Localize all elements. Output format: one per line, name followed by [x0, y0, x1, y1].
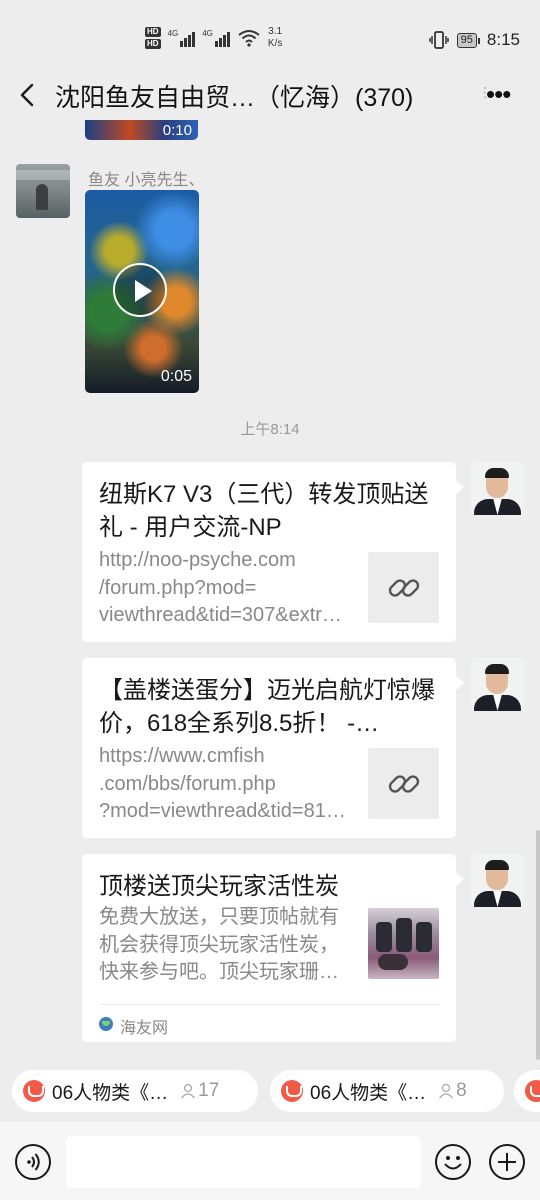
link-card-desc-line: http://noo-psyche.com [99, 549, 296, 571]
product-thumbnail [368, 908, 439, 979]
link-card-desc-line: viewthread&tid=307&extr… [99, 604, 342, 626]
vibrate-icon [428, 31, 449, 49]
my-avatar[interactable] [471, 462, 524, 515]
plus-icon[interactable] [489, 1144, 525, 1180]
link-card-desc-line: /forum.php?mod= [99, 576, 257, 599]
chat-header: 沈阳鱼友自由贸…（忆海）(370) ⋮ ••• [0, 70, 540, 120]
link-card-desc-line: 快来参与吧。顶尖玩家珊… [99, 961, 339, 983]
video-duration: 0:05 [160, 368, 192, 385]
signal-icon-1: 4G [168, 29, 196, 47]
status-right: 95 8:15 [428, 30, 520, 50]
hd-badge-1: HD [145, 27, 161, 37]
person-icon [439, 1083, 454, 1099]
link-card[interactable]: 纽斯K7 V3（三代）转发顶贴送礼 - 用户交流-NP http://noo-p… [82, 462, 464, 642]
speed-value: 3.1 [268, 26, 283, 37]
link-card-desc-line: ?mod=viewthread&tid=81… [99, 800, 346, 822]
chip-app-icon [281, 1080, 303, 1102]
scrollbar[interactable] [536, 830, 540, 1060]
back-icon[interactable] [16, 80, 40, 110]
message-list[interactable]: 0:10 鱼友 小亮先生、 0:05 上午8:14 纽斯K7 V3（三代）转发顶… [0, 120, 540, 1060]
network-speed: 3.1 K/s [268, 26, 282, 50]
message-timestamp: 上午8:14 [240, 421, 300, 438]
link-card-description: https://www.cmfish .com/bbs/forum.php ?m… [99, 743, 361, 826]
link-icon [388, 579, 420, 597]
message-input[interactable] [66, 1136, 421, 1188]
chip-label: 06人物类《… [52, 1082, 169, 1104]
chip-app-icon [23, 1080, 45, 1102]
chat-title: 沈阳鱼友自由贸…（忆海）(370) [55, 84, 414, 112]
source-name: 海友网 [120, 1020, 169, 1037]
chip[interactable]: 06人物类《… 17 [12, 1070, 258, 1112]
link-card-desc-line: https://www.cmfish [99, 745, 265, 767]
chip-label: 06人物类《… [310, 1082, 427, 1104]
link-thumbnail [368, 748, 439, 819]
my-avatar[interactable] [471, 854, 524, 907]
battery-icon: 95 [456, 32, 481, 48]
play-icon[interactable] [113, 263, 167, 317]
hd-badge-2: HD [145, 39, 161, 49]
status-bar: HD HD 4G 4G 3.1 K/s 95 8:15 [0, 0, 540, 70]
person-icon [181, 1083, 196, 1099]
speed-unit: K/s [267, 38, 283, 49]
my-avatar[interactable] [471, 658, 524, 711]
link-card[interactable]: 【盖楼送蛋分】迈光启航灯惊爆价，618全系列8.5折！ -… https://w… [82, 658, 464, 838]
smile-glyph-icon [444, 1156, 462, 1170]
voice-glyph-icon [27, 1153, 40, 1171]
voice-icon[interactable] [15, 1144, 51, 1180]
link-card-desc-line: 免费大放送，只要顶帖就有 [99, 906, 339, 928]
link-thumbnail [368, 552, 439, 623]
link-icon [388, 775, 420, 793]
link-card-desc-line: 机会获得顶尖玩家活性炭， [99, 933, 339, 956]
source-logo-icon [99, 1017, 113, 1031]
link-card-title: 【盖楼送蛋分】迈光启航灯惊爆价，618全系列8.5折！ -… [99, 677, 435, 737]
wifi-icon [238, 30, 260, 47]
chip-count: 8 [456, 1080, 467, 1101]
chip-app-icon [525, 1080, 540, 1102]
previous-video-duration: 0:10 [162, 122, 192, 139]
link-card[interactable]: 顶楼送顶尖玩家活性炭 免费大放送，只要顶帖就有 机会获得顶尖玩家活性炭， 快来参… [82, 854, 464, 1042]
previous-video-message[interactable]: 0:10 [85, 120, 198, 140]
network-type-2: 4G [202, 29, 213, 38]
signal-icon-2: 4G [202, 29, 230, 47]
chip[interactable]: 06人物类《… 8 [270, 1070, 504, 1112]
input-bar [0, 1122, 540, 1200]
chip[interactable] [514, 1070, 540, 1112]
link-card-description: 免费大放送，只要顶帖就有 机会获得顶尖玩家活性炭， 快来参与吧。顶尖玩家珊… [99, 904, 361, 987]
emoji-icon[interactable] [435, 1144, 471, 1180]
card-divider [99, 1004, 439, 1005]
more-icon[interactable]: ••• [486, 81, 511, 107]
network-type-1: 4G [167, 29, 179, 38]
link-card-title: 顶楼送顶尖玩家活性炭 [99, 873, 339, 900]
sender-name: 鱼友 小亮先生、 [88, 172, 205, 189]
link-card-description: http://noo-psyche.com /forum.php?mod= vi… [99, 547, 361, 630]
status-left: HD HD 4G 4G 3.1 K/s [145, 26, 282, 50]
status-time: 8:15 [486, 30, 520, 49]
video-message[interactable]: 0:05 [85, 190, 199, 393]
sender-avatar[interactable] [16, 164, 70, 218]
mini-program-chips: 06人物类《… 17 06人物类《… 8 [0, 1060, 540, 1122]
link-card-desc-line: .com/bbs/forum.php [99, 772, 276, 795]
link-card-title: 纽斯K7 V3（三代）转发顶贴送礼 - 用户交流-NP [99, 481, 429, 541]
hd-indicator: HD HD [145, 27, 161, 49]
chip-count: 17 [198, 1080, 220, 1101]
